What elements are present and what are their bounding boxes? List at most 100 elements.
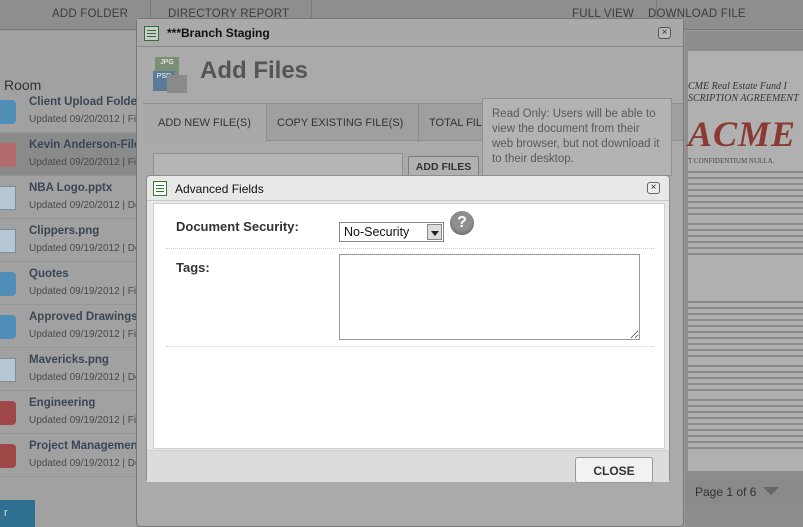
document-security-label: Document Security: (176, 219, 299, 234)
file-list: Client Upload Folder Updated 09/20/2012 |… (0, 90, 140, 477)
text-line (688, 195, 803, 197)
sidebar-bottom-button[interactable]: r (0, 500, 35, 527)
acme-logo: ACME (688, 114, 797, 154)
help-icon[interactable]: ? (450, 211, 474, 235)
file-updated: Updated 09/19/2012 | Fil (29, 286, 139, 297)
list-item[interactable]: Clippers.png Updated 09/19/2012 | Do (0, 219, 140, 262)
text-line (688, 423, 803, 425)
list-item[interactable]: Project Management Updated 09/19/2012 | D… (0, 434, 140, 477)
add-files-icon: JPG PSD (153, 57, 189, 93)
text-line (688, 383, 803, 385)
list-item[interactable]: Approved Drawings Updated 09/19/2012 | Fi… (0, 305, 140, 348)
text-line (688, 183, 803, 185)
file-updated: Updated 09/20/2012 | Do (29, 200, 140, 211)
file-name[interactable]: NBA Logo.pptx (29, 182, 140, 194)
text-line (688, 319, 803, 321)
text-line (688, 207, 803, 209)
document-security-value: No-Security (344, 225, 410, 239)
tab-add-new-files[interactable]: ADD NEW FILE(S) (143, 104, 267, 142)
file-name[interactable]: Mavericks.png (29, 354, 140, 366)
document-icon (0, 186, 16, 210)
text-line (688, 405, 803, 407)
file-updated: Updated 09/20/2012 | Fil (29, 157, 139, 168)
text-line (688, 371, 803, 373)
advanced-fields-body: Document Security: No-Security ? Tags: (153, 203, 665, 449)
text-line (688, 365, 803, 367)
file-updated: Updated 09/19/2012 | Do (29, 372, 140, 383)
branch-staging-header: ***Branch Staging × (137, 19, 683, 47)
text-line (688, 223, 803, 225)
close-icon[interactable]: × (658, 27, 671, 39)
text-line (688, 435, 803, 437)
text-line (688, 235, 803, 237)
text-line (688, 171, 803, 173)
list-item[interactable]: NBA Logo.pptx Updated 09/20/2012 | Do (0, 176, 140, 219)
document-title-line2: SCRIPTION AGREEMENT (688, 93, 799, 104)
document-security-select[interactable]: No-Security (339, 222, 444, 242)
text-line (688, 201, 803, 203)
document-title: CME Real Estate Fund I SCRIPTION AGREEME… (688, 81, 799, 105)
text-line (688, 429, 803, 431)
form-icon (153, 181, 167, 196)
tags-label: Tags: (176, 260, 210, 275)
page-indicator: Page 1 of 6 (685, 479, 803, 505)
text-line (688, 355, 803, 357)
pdf-icon (0, 143, 16, 167)
close-icon[interactable]: × (647, 182, 660, 194)
file-name[interactable]: Project Management (29, 440, 140, 452)
text-line (688, 441, 803, 443)
text-line (688, 399, 803, 401)
document-icon (0, 229, 16, 253)
file-stack-icon (167, 75, 187, 93)
chevron-down-icon[interactable] (427, 224, 442, 240)
document-page: CME Real Estate Fund I SCRIPTION AGREEME… (688, 51, 803, 471)
advanced-fields-footer: CLOSE (147, 450, 669, 483)
read-only-tooltip: Read Only: Users will be able to view th… (482, 98, 672, 176)
text-line (688, 411, 803, 413)
page-title: Add Files (200, 57, 309, 84)
folder-icon (0, 444, 16, 468)
document-subheading: T CONFIDENTIUM NULLA. (688, 157, 775, 165)
add-folder-button[interactable]: ADD FOLDER (30, 0, 152, 30)
file-name[interactable]: Kevin Anderson-File (29, 139, 140, 151)
file-name[interactable]: Client Upload Folder (29, 96, 140, 108)
document-preview: CME Real Estate Fund I SCRIPTION AGREEME… (685, 31, 803, 527)
file-name[interactable]: Approved Drawings (29, 311, 140, 323)
text-line (688, 313, 803, 315)
folder-icon (0, 315, 16, 339)
list-item[interactable]: Kevin Anderson-File Updated 09/20/2012 | … (0, 133, 140, 176)
folder-icon (0, 401, 16, 425)
text-line (688, 343, 803, 345)
document-icon (0, 358, 16, 382)
text-line (688, 331, 803, 333)
file-name[interactable]: Quotes (29, 268, 140, 280)
text-line (688, 213, 803, 215)
text-line (688, 307, 803, 309)
list-item[interactable]: Client Upload Folder Updated 09/20/2012 |… (0, 90, 140, 133)
text-line (688, 241, 803, 243)
text-line (688, 417, 803, 419)
text-line (688, 447, 803, 449)
list-item[interactable]: Mavericks.png Updated 09/19/2012 | Do (0, 348, 140, 391)
tab-copy-existing-files[interactable]: COPY EXISTING FILE(S) (262, 104, 420, 142)
advanced-fields-header: Advanced Fields × (147, 176, 669, 201)
text-line (688, 325, 803, 327)
list-item[interactable]: Engineering Updated 09/19/2012 | Fil (0, 391, 140, 434)
folder-icon (0, 272, 16, 296)
file-updated: Updated 09/19/2012 | Do (29, 243, 140, 254)
file-name[interactable]: Clippers.png (29, 225, 140, 237)
list-item[interactable]: Quotes Updated 09/19/2012 | Fil (0, 262, 140, 305)
divider (166, 248, 654, 249)
divider (166, 346, 654, 347)
text-line (688, 301, 803, 303)
text-line (688, 389, 803, 391)
document-title-line1: CME Real Estate Fund I (688, 81, 787, 92)
chevron-down-icon[interactable] (763, 487, 779, 495)
branch-staging-title: ***Branch Staging (167, 26, 270, 40)
tags-textarea[interactable] (339, 254, 640, 340)
file-updated: Updated 09/19/2012 | Fil (29, 415, 139, 426)
text-line (688, 349, 803, 351)
file-name[interactable]: Engineering (29, 397, 140, 409)
file-updated: Updated 09/19/2012 | Do (29, 458, 140, 469)
close-button[interactable]: CLOSE (575, 457, 653, 483)
